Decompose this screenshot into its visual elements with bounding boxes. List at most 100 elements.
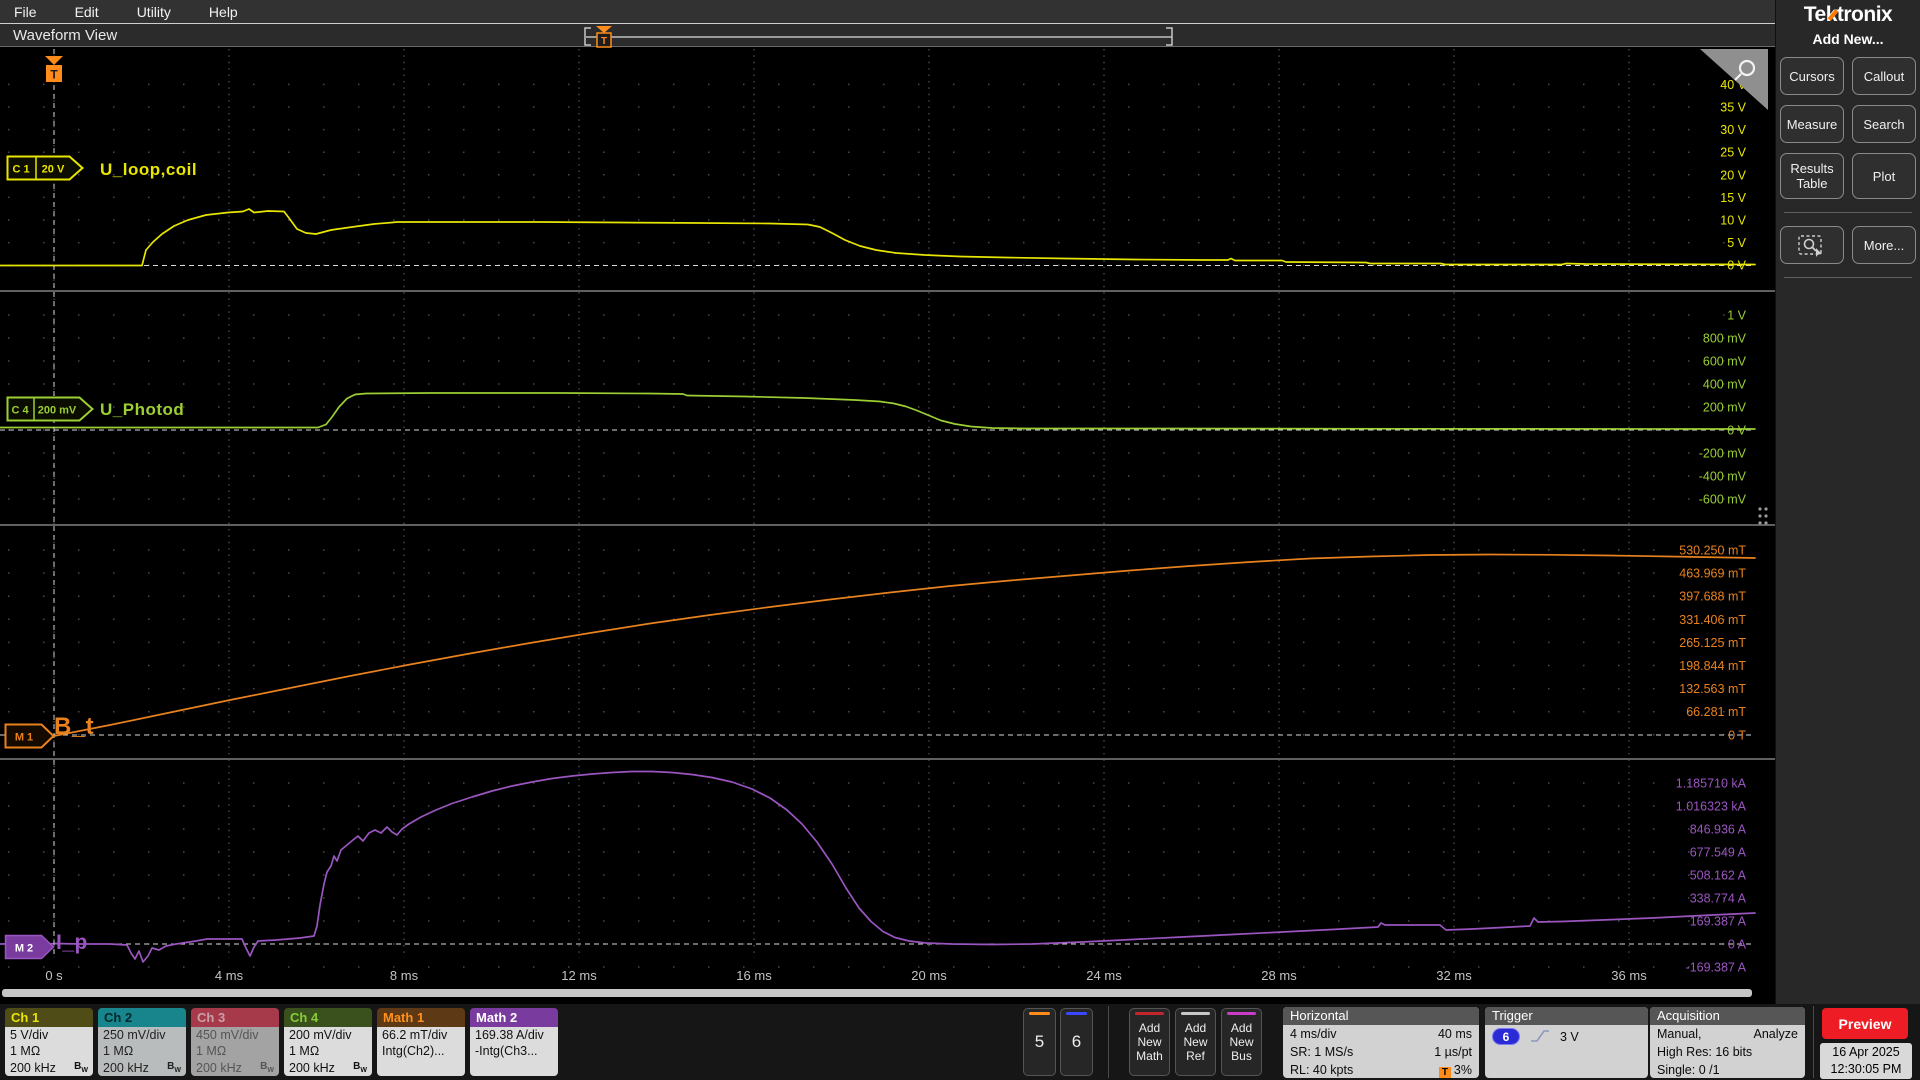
svg-text:T: T	[50, 68, 58, 82]
channel-badge-ch2[interactable]: Ch 2 250 mV/div 1 MΩ 200 kHz BW	[98, 1008, 186, 1076]
bandwidth-limit-icon: BW	[260, 1061, 274, 1074]
bandwidth-limit-icon: BW	[74, 1061, 88, 1074]
math2-axis-label: 1.185710 kA	[1676, 777, 1747, 791]
acquisition-panel[interactable]: Acquisition Manual, Analyze High Res: 16 …	[1650, 1007, 1805, 1078]
ch4-axis-label: -600 mV	[1699, 493, 1747, 507]
menu-edit[interactable]: Edit	[75, 4, 99, 20]
ch1-bandwidth: 200 kHz	[10, 1061, 56, 1075]
math1-trace-label[interactable]: B_t	[54, 713, 94, 741]
math1-axis-label: 0 T	[1728, 728, 1746, 742]
channel-badge-ch3[interactable]: Ch 3 450 mV/div 1 MΩ 200 kHz BW	[191, 1008, 279, 1076]
math2-axis-label: -169.387 A	[1686, 961, 1747, 975]
ch2-bandwidth: 200 kHz	[103, 1061, 149, 1075]
trigger-panel[interactable]: Trigger 6 3 V	[1485, 1007, 1648, 1078]
math1-badge-header: Math 1	[377, 1008, 465, 1027]
ch4-impedance: 1 MΩ	[289, 1043, 320, 1058]
ch2-badge-header: Ch 2	[98, 1008, 186, 1027]
time-axis-label: 16 ms	[736, 968, 772, 983]
time-axis-label: 32 ms	[1436, 968, 1472, 983]
math1-badge-source: M 1	[15, 732, 33, 744]
math2-badge-source: M 2	[15, 943, 33, 955]
measure-button[interactable]: Measure	[1780, 105, 1844, 143]
horizontal-panel[interactable]: Horizontal 4 ms/div 40 ms SR: 1 MS/s 1 µs/…	[1283, 1007, 1479, 1078]
zoom-select-button[interactable]	[1780, 226, 1844, 264]
ch4-axis-label: 400 mV	[1703, 378, 1747, 392]
trigger-level: 3 V	[1560, 1030, 1579, 1044]
date-label: 16 Apr 2025	[1832, 1045, 1900, 1059]
ch4-axis-label: 1 V	[1727, 309, 1746, 323]
math2-badge[interactable]: Math 2 169.38 A/div -Intg(Ch3...	[470, 1008, 558, 1076]
svg-text:T: T	[601, 36, 607, 47]
ch3-bandwidth: 200 kHz	[196, 1061, 242, 1075]
acq-mode: Manual,	[1657, 1027, 1702, 1041]
menu-file[interactable]: File	[14, 4, 37, 20]
math1-axis-label: 530.250 mT	[1679, 544, 1746, 558]
ch4-axis-label: -400 mV	[1699, 470, 1747, 484]
preview-button[interactable]: Preview	[1822, 1008, 1908, 1039]
add-new-bus-button[interactable]: Add New Bus	[1221, 1008, 1262, 1076]
math2-expression: -Intg(Ch3...	[475, 1043, 538, 1058]
math1-axis-label: 463.969 mT	[1679, 567, 1746, 581]
ch1-trace-label[interactable]: U_loop,coil	[100, 160, 197, 180]
math2-axis-label: 0 A	[1728, 938, 1747, 952]
acq-resolution: High Res: 16 bits	[1657, 1045, 1753, 1059]
ch1-axis-label: 5 V	[1727, 236, 1746, 250]
ch1-axis-label: 30 V	[1720, 123, 1746, 137]
menu-help[interactable]: Help	[209, 4, 238, 20]
menu-utility[interactable]: Utility	[137, 4, 171, 20]
ch1-axis-label: 15 V	[1720, 191, 1746, 205]
waveform-plot[interactable]: 40 V35 V30 V25 V20 V15 V10 V5 V0 V1 V800…	[0, 47, 1775, 997]
math2-axis-label: 846.936 A	[1690, 823, 1747, 837]
math1-axis-label: 66.281 mT	[1686, 705, 1746, 719]
time-axis-label: 20 ms	[911, 968, 947, 983]
ch4-bandwidth: 200 kHz	[289, 1061, 335, 1075]
ref5-stripe	[1029, 1012, 1050, 1015]
horizontal-duration: 40 ms	[1437, 1027, 1472, 1041]
panel-divider	[1784, 277, 1912, 278]
trigger-position-marker[interactable]: T	[596, 26, 612, 48]
plot-button[interactable]: Plot	[1852, 153, 1916, 199]
ch4-axis-label: 600 mV	[1703, 355, 1747, 369]
time-axis-label: 12 ms	[561, 968, 597, 983]
add-new-math-button[interactable]: Add New Math	[1129, 1008, 1170, 1076]
panel-splitter-handle[interactable]	[1756, 505, 1770, 527]
math2-axis-label: 1.016323 kA	[1676, 800, 1747, 814]
divider	[1813, 1006, 1814, 1078]
callout-button[interactable]: Callout	[1852, 57, 1916, 95]
datetime-badge[interactable]: 16 Apr 2025 12:30:05 PM	[1820, 1043, 1912, 1079]
ref6-button[interactable]: 6	[1060, 1008, 1093, 1076]
time-axis-label: 0 s	[45, 968, 63, 983]
ch2-impedance: 1 MΩ	[103, 1043, 134, 1058]
math2-axis-label: 508.162 A	[1690, 869, 1747, 883]
ref5-button[interactable]: 5	[1023, 1008, 1056, 1076]
math1-expression: Intg(Ch2)...	[382, 1043, 445, 1058]
rising-edge-icon	[1531, 1030, 1549, 1042]
more-button[interactable]: More...	[1852, 226, 1916, 264]
ch4-trace-label[interactable]: U_Photod	[100, 400, 184, 420]
divider	[1108, 1006, 1109, 1078]
horizontal-scrollbar[interactable]	[2, 989, 1752, 997]
time-axis-label: 24 ms	[1086, 968, 1122, 983]
time-axis-label: 8 ms	[390, 968, 419, 983]
horizontal-scale: 4 ms/div	[1290, 1027, 1337, 1041]
channel-badge-ch1[interactable]: Ch 1 5 V/div 1 MΩ 200 kHz BW	[5, 1008, 93, 1076]
time-axis-label: 36 ms	[1611, 968, 1647, 983]
channel-badge-ch4[interactable]: Ch 4 200 mV/div 1 MΩ 200 kHz BW	[284, 1008, 372, 1076]
ch1-badge-source: C 1	[12, 164, 29, 176]
time-axis-label: 4 ms	[215, 968, 244, 983]
ch4-axis-label: 200 mV	[1703, 401, 1747, 415]
math2-trace-label[interactable]: I_p	[56, 931, 88, 955]
cursors-button[interactable]: Cursors	[1780, 57, 1844, 95]
ch4-badge-header: Ch 4	[284, 1008, 372, 1027]
results-table-button[interactable]: Results Table	[1780, 153, 1844, 199]
trigger-title: Trigger	[1485, 1007, 1648, 1025]
math2-source-badge[interactable]: M 2	[4, 934, 64, 960]
math2-axis-label: 169.387 A	[1690, 915, 1747, 929]
settings-bar: Ch 1 5 V/div 1 MΩ 200 kHz BW Ch 2 250 mV/…	[0, 1004, 1920, 1080]
math1-badge[interactable]: Math 1 66.2 mT/div Intg(Ch2)...	[377, 1008, 465, 1076]
ch3-badge-header: Ch 3	[191, 1008, 279, 1027]
math1-axis-label: 132.563 mT	[1679, 682, 1746, 696]
add-new-ref-button[interactable]: Add New Ref	[1175, 1008, 1216, 1076]
search-button[interactable]: Search	[1852, 105, 1916, 143]
bus-stripe	[1227, 1012, 1256, 1015]
